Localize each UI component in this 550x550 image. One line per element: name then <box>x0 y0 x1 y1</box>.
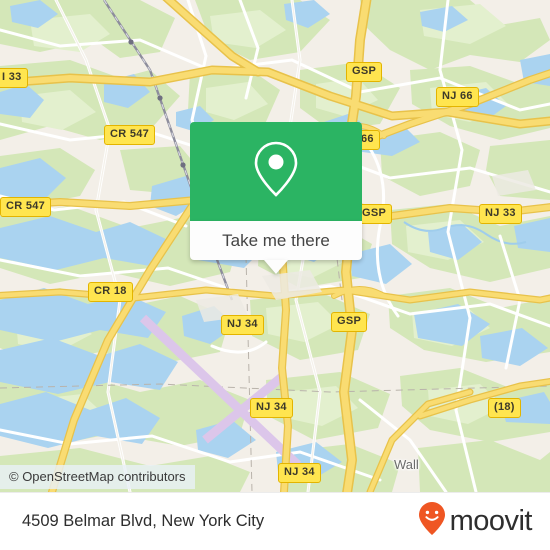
road-shield: NJ 66 <box>436 87 479 107</box>
road-shield: I 33 <box>0 68 28 88</box>
callout-pointer-tail <box>264 260 288 274</box>
road-shield: (18) <box>488 398 521 418</box>
map-pin-icon <box>250 138 302 205</box>
moovit-logo[interactable]: moovit <box>417 501 533 542</box>
osm-attribution[interactable]: © OpenStreetMap contributors <box>0 465 195 489</box>
footer-bar: 4509 Belmar Blvd, New York City moovit <box>0 492 550 550</box>
moovit-wordmark: moovit <box>449 505 533 537</box>
road-shield: GSP <box>346 62 383 82</box>
road-shield: NJ 34 <box>221 315 264 335</box>
take-me-there-button[interactable]: Take me there <box>190 221 362 260</box>
map-screenshot: I 33 CR 547 GSP NJ 66 66 CR 547 NJ 33 GS… <box>0 0 550 550</box>
road-shield: CR 547 <box>104 125 156 145</box>
callout-pin-area <box>190 122 362 221</box>
moovit-pin-smiley-icon <box>417 501 447 542</box>
road-shield: CR 18 <box>88 282 133 302</box>
map-canvas[interactable]: I 33 CR 547 GSP NJ 66 66 CR 547 NJ 33 GS… <box>0 0 550 492</box>
road-shield: NJ 34 <box>250 398 293 418</box>
road-shield: CR 547 <box>0 197 52 217</box>
take-me-there-label: Take me there <box>222 230 330 250</box>
road-shield: GSP <box>331 312 368 332</box>
address-label: 4509 Belmar Blvd, New York City <box>22 512 265 530</box>
place-label-wall: Wall <box>394 457 419 472</box>
road-shield: NJ 34 <box>278 463 321 483</box>
road-shield: NJ 33 <box>479 204 522 224</box>
destination-callout-card[interactable]: Take me there <box>190 122 362 274</box>
